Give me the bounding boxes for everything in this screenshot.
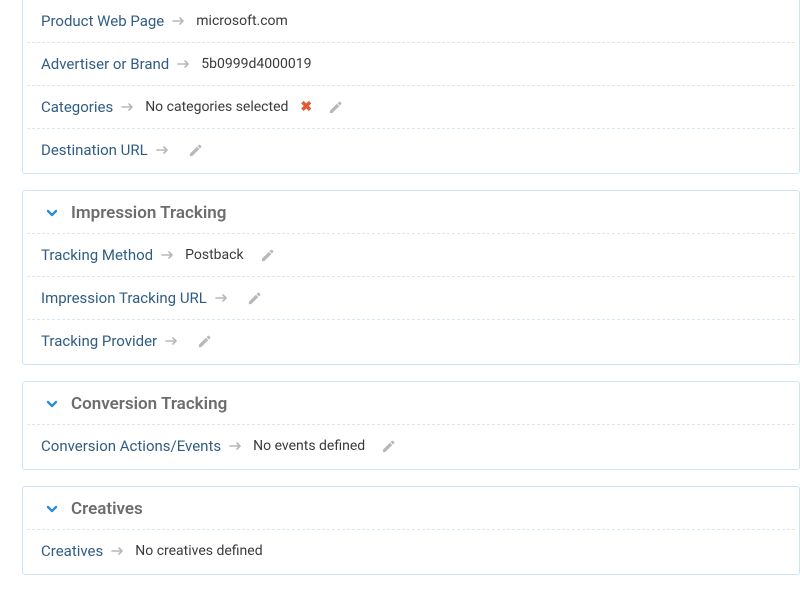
field-label: Destination URL bbox=[41, 141, 148, 159]
field-row: Product Web Page microsoft.com bbox=[27, 0, 795, 42]
field-value: No creatives defined bbox=[135, 543, 262, 559]
remove-icon[interactable]: ✖ bbox=[300, 99, 312, 115]
edit-icon[interactable] bbox=[328, 100, 343, 115]
field-label: Conversion Actions/Events bbox=[41, 437, 221, 455]
arrow-icon bbox=[172, 16, 186, 26]
field-label: Product Web Page bbox=[41, 12, 164, 30]
field-value: No categories selected bbox=[145, 99, 288, 115]
field-value: Postback bbox=[185, 247, 243, 263]
top-panel: Product Web Page microsoft.com Advertise… bbox=[22, 0, 800, 174]
arrow-icon bbox=[161, 250, 175, 260]
field-label: Tracking Method bbox=[41, 246, 153, 264]
panel-header[interactable]: Impression Tracking bbox=[23, 191, 799, 233]
panel-header[interactable]: Creatives bbox=[23, 487, 799, 529]
field-value: No events defined bbox=[253, 438, 365, 454]
conversion-panel: Conversion Tracking Conversion Actions/E… bbox=[22, 381, 800, 470]
panel-header[interactable]: Conversion Tracking bbox=[23, 382, 799, 424]
arrow-icon bbox=[165, 336, 179, 346]
arrow-icon bbox=[215, 293, 229, 303]
impression-panel: Impression Tracking Tracking Method Post… bbox=[22, 190, 800, 365]
panel-title: Impression Tracking bbox=[71, 203, 226, 223]
field-row: Impression Tracking URL bbox=[27, 276, 795, 319]
creatives-panel: Creatives Creatives No creatives defined bbox=[22, 486, 800, 575]
chevron-down-icon bbox=[45, 397, 59, 411]
field-row: Tracking Method Postback bbox=[27, 233, 795, 276]
field-label: Creatives bbox=[41, 542, 103, 560]
field-label: Categories bbox=[41, 98, 113, 116]
edit-icon[interactable] bbox=[197, 334, 212, 349]
field-row: Conversion Actions/Events No events defi… bbox=[27, 424, 795, 467]
field-label: Advertiser or Brand bbox=[41, 55, 169, 73]
arrow-icon bbox=[111, 546, 125, 556]
field-row: Advertiser or Brand 5b0999d4000019 bbox=[27, 42, 795, 85]
chevron-down-icon bbox=[45, 206, 59, 220]
edit-icon[interactable] bbox=[381, 439, 396, 454]
edit-icon[interactable] bbox=[188, 143, 203, 158]
edit-icon[interactable] bbox=[260, 248, 275, 263]
field-row: Tracking Provider bbox=[27, 319, 795, 362]
field-row: Creatives No creatives defined bbox=[27, 529, 795, 572]
arrow-icon bbox=[177, 59, 191, 69]
arrow-icon bbox=[156, 145, 170, 155]
panel-title: Conversion Tracking bbox=[71, 394, 227, 414]
panel-title: Creatives bbox=[71, 499, 143, 519]
field-row: Destination URL bbox=[27, 128, 795, 171]
edit-icon[interactable] bbox=[247, 291, 262, 306]
field-label: Impression Tracking URL bbox=[41, 289, 207, 307]
chevron-down-icon bbox=[45, 502, 59, 516]
field-value: 5b0999d4000019 bbox=[201, 56, 311, 72]
arrow-icon bbox=[229, 441, 243, 451]
field-row: Categories No categories selected ✖ bbox=[27, 85, 795, 128]
field-value: microsoft.com bbox=[196, 13, 288, 29]
arrow-icon bbox=[121, 102, 135, 112]
field-label: Tracking Provider bbox=[41, 332, 157, 350]
